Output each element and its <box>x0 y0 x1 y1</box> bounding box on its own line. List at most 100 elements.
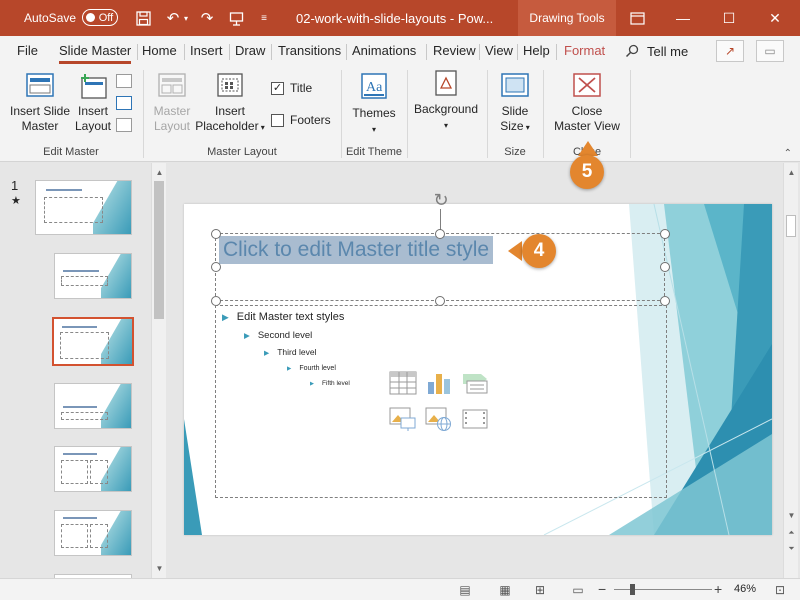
close-window-icon[interactable]: ✕ <box>752 0 798 36</box>
present-icon[interactable] <box>225 0 247 36</box>
thumbnail-body-box <box>89 524 109 548</box>
tab-review[interactable]: Review <box>433 36 476 66</box>
autosave-label: AutoSave <box>24 11 77 25</box>
zoom-level[interactable]: 46% <box>734 583 756 595</box>
resize-handle[interactable] <box>660 262 670 272</box>
minimize-icon[interactable]: — <box>660 0 706 36</box>
insert-placeholder-label-2: Placeholder <box>195 119 259 133</box>
tab-draw[interactable]: Draw <box>235 36 265 66</box>
title-placeholder-text[interactable]: Click to edit Master title style <box>219 236 494 264</box>
tab-file[interactable]: File <box>17 36 38 66</box>
scrollbar-thumb[interactable] <box>786 215 796 237</box>
thumbnail-layout[interactable] <box>54 446 132 492</box>
text-level-1: ▶ Edit Master text styles <box>222 311 344 323</box>
tab-animations[interactable]: Animations <box>352 36 416 66</box>
resize-handle[interactable] <box>211 229 221 239</box>
slide-size-button[interactable]: Slide Size ▾ <box>492 72 538 135</box>
zoom-out-button[interactable]: − <box>598 581 606 597</box>
insert-video-icon[interactable] <box>461 406 489 432</box>
close-master-view-button[interactable]: Close Master View <box>548 72 626 134</box>
ribbon-display-icon[interactable] <box>626 0 648 36</box>
delete-icon[interactable] <box>116 74 132 88</box>
bullet-arrow-icon: ▶ <box>244 331 250 340</box>
tab-format[interactable]: Format <box>564 36 605 66</box>
zoom-in-button[interactable]: + <box>714 581 722 597</box>
thumbnail-scrollbar[interactable]: ▲ ▼ <box>151 163 166 578</box>
insert-smartart-icon[interactable] <box>461 370 489 396</box>
slide-size-label-2: Size <box>500 119 524 133</box>
slide-sorter-icon[interactable]: ▦ <box>497 583 513 597</box>
thumbnail-layout[interactable] <box>54 253 132 299</box>
normal-view-icon[interactable]: ▤ <box>457 583 473 597</box>
ribbon-body: Insert Slide Master Insert Layout Edit M… <box>0 66 800 162</box>
undo-dropdown-icon[interactable]: ▾ <box>184 0 188 36</box>
thumbnail-layout[interactable] <box>54 383 132 429</box>
rename-icon[interactable] <box>116 96 132 110</box>
tab-insert[interactable]: Insert <box>190 36 223 66</box>
background-button[interactable]: Background ▾ <box>410 68 482 133</box>
tab-help[interactable]: Help <box>523 36 550 66</box>
thumbnail-title-line <box>62 270 100 272</box>
resize-handle[interactable] <box>435 229 445 239</box>
preserve-icon[interactable] <box>116 118 132 132</box>
reading-view-icon[interactable]: ⊞ <box>532 583 548 597</box>
insert-placeholder-icon <box>217 73 243 97</box>
resize-handle[interactable] <box>211 262 221 272</box>
group-divider <box>487 70 488 158</box>
scroll-up-icon[interactable]: ▲ <box>784 165 799 180</box>
thumbnail-body-box <box>61 524 89 548</box>
maximize-icon[interactable]: ☐ <box>706 0 752 36</box>
collapse-ribbon-icon[interactable]: ⌃ <box>784 148 792 159</box>
scrollbar-thumb[interactable] <box>154 181 164 319</box>
title-checkbox[interactable]: ✓ Title <box>271 81 312 95</box>
thumbnail-body-box <box>61 460 89 484</box>
scroll-down-icon[interactable]: ▼ <box>152 561 167 576</box>
group-divider <box>543 70 544 158</box>
callout-pointer <box>578 141 598 156</box>
tab-home[interactable]: Home <box>142 36 177 66</box>
master-layout-button[interactable]: Master Layout <box>148 72 196 134</box>
resize-handle[interactable] <box>660 229 670 239</box>
next-slide-icon[interactable]: ⏷ <box>784 541 799 556</box>
customize-toolbar-icon[interactable]: ≡ <box>253 0 275 36</box>
toggle-knob <box>86 13 95 22</box>
insert-table-icon[interactable] <box>389 370 417 396</box>
insert-picture-icon[interactable] <box>389 406 417 432</box>
redo-icon[interactable]: ↷ <box>196 0 218 36</box>
tab-transitions[interactable]: Transitions <box>278 36 341 66</box>
scroll-down-icon[interactable]: ▼ <box>784 508 799 523</box>
zoom-slider-thumb[interactable] <box>630 584 635 595</box>
scroll-up-icon[interactable]: ▲ <box>152 165 167 180</box>
tab-view[interactable]: View <box>485 36 513 66</box>
themes-button[interactable]: Aa Themes ▾ <box>347 72 401 137</box>
undo-icon[interactable]: ↶ <box>162 0 184 36</box>
slide-show-icon[interactable]: ▭ <box>570 583 586 597</box>
thumbnail-slide-master[interactable] <box>35 180 132 235</box>
comments-icon[interactable]: ▭ <box>756 40 784 62</box>
text-level-5-label: Fifth level <box>322 380 350 387</box>
zoom-slider[interactable] <box>614 589 712 590</box>
thumbnail-layout[interactable] <box>54 510 132 556</box>
insert-placeholder-button[interactable]: Insert Placeholder ▾ <box>194 72 266 135</box>
text-level-2: ▶ Second level <box>244 330 312 341</box>
insert-online-picture-icon[interactable] <box>425 406 453 432</box>
insert-chart-icon[interactable] <box>425 370 453 396</box>
rotate-handle-icon[interactable]: ↻ <box>431 190 451 210</box>
thumbnail-layout-selected[interactable] <box>52 317 134 366</box>
insert-layout-button[interactable]: Insert Layout <box>72 72 114 134</box>
master-layout-icon <box>158 73 186 97</box>
master-layout-label-1: Master <box>153 104 191 118</box>
master-slide-number: 1 <box>11 178 19 193</box>
insert-slide-master-button[interactable]: Insert Slide Master <box>8 72 72 134</box>
share-icon[interactable]: ↗ <box>716 40 744 62</box>
tell-me-search[interactable]: Tell me <box>625 36 688 66</box>
autosave-toggle[interactable]: Off <box>82 9 118 26</box>
tab-slide-master[interactable]: Slide Master <box>59 36 132 66</box>
footers-checkbox[interactable]: Footers <box>271 113 331 127</box>
previous-slide-icon[interactable]: ⏶ <box>784 525 799 540</box>
dropdown-arrow-icon: ▾ <box>443 121 448 130</box>
save-icon[interactable] <box>132 0 154 36</box>
slide-scrollbar[interactable]: ▲ ▼ ⏶ ⏷ <box>783 163 798 578</box>
background-icon <box>435 70 457 96</box>
fit-slide-icon[interactable]: ⊡ <box>772 583 788 597</box>
